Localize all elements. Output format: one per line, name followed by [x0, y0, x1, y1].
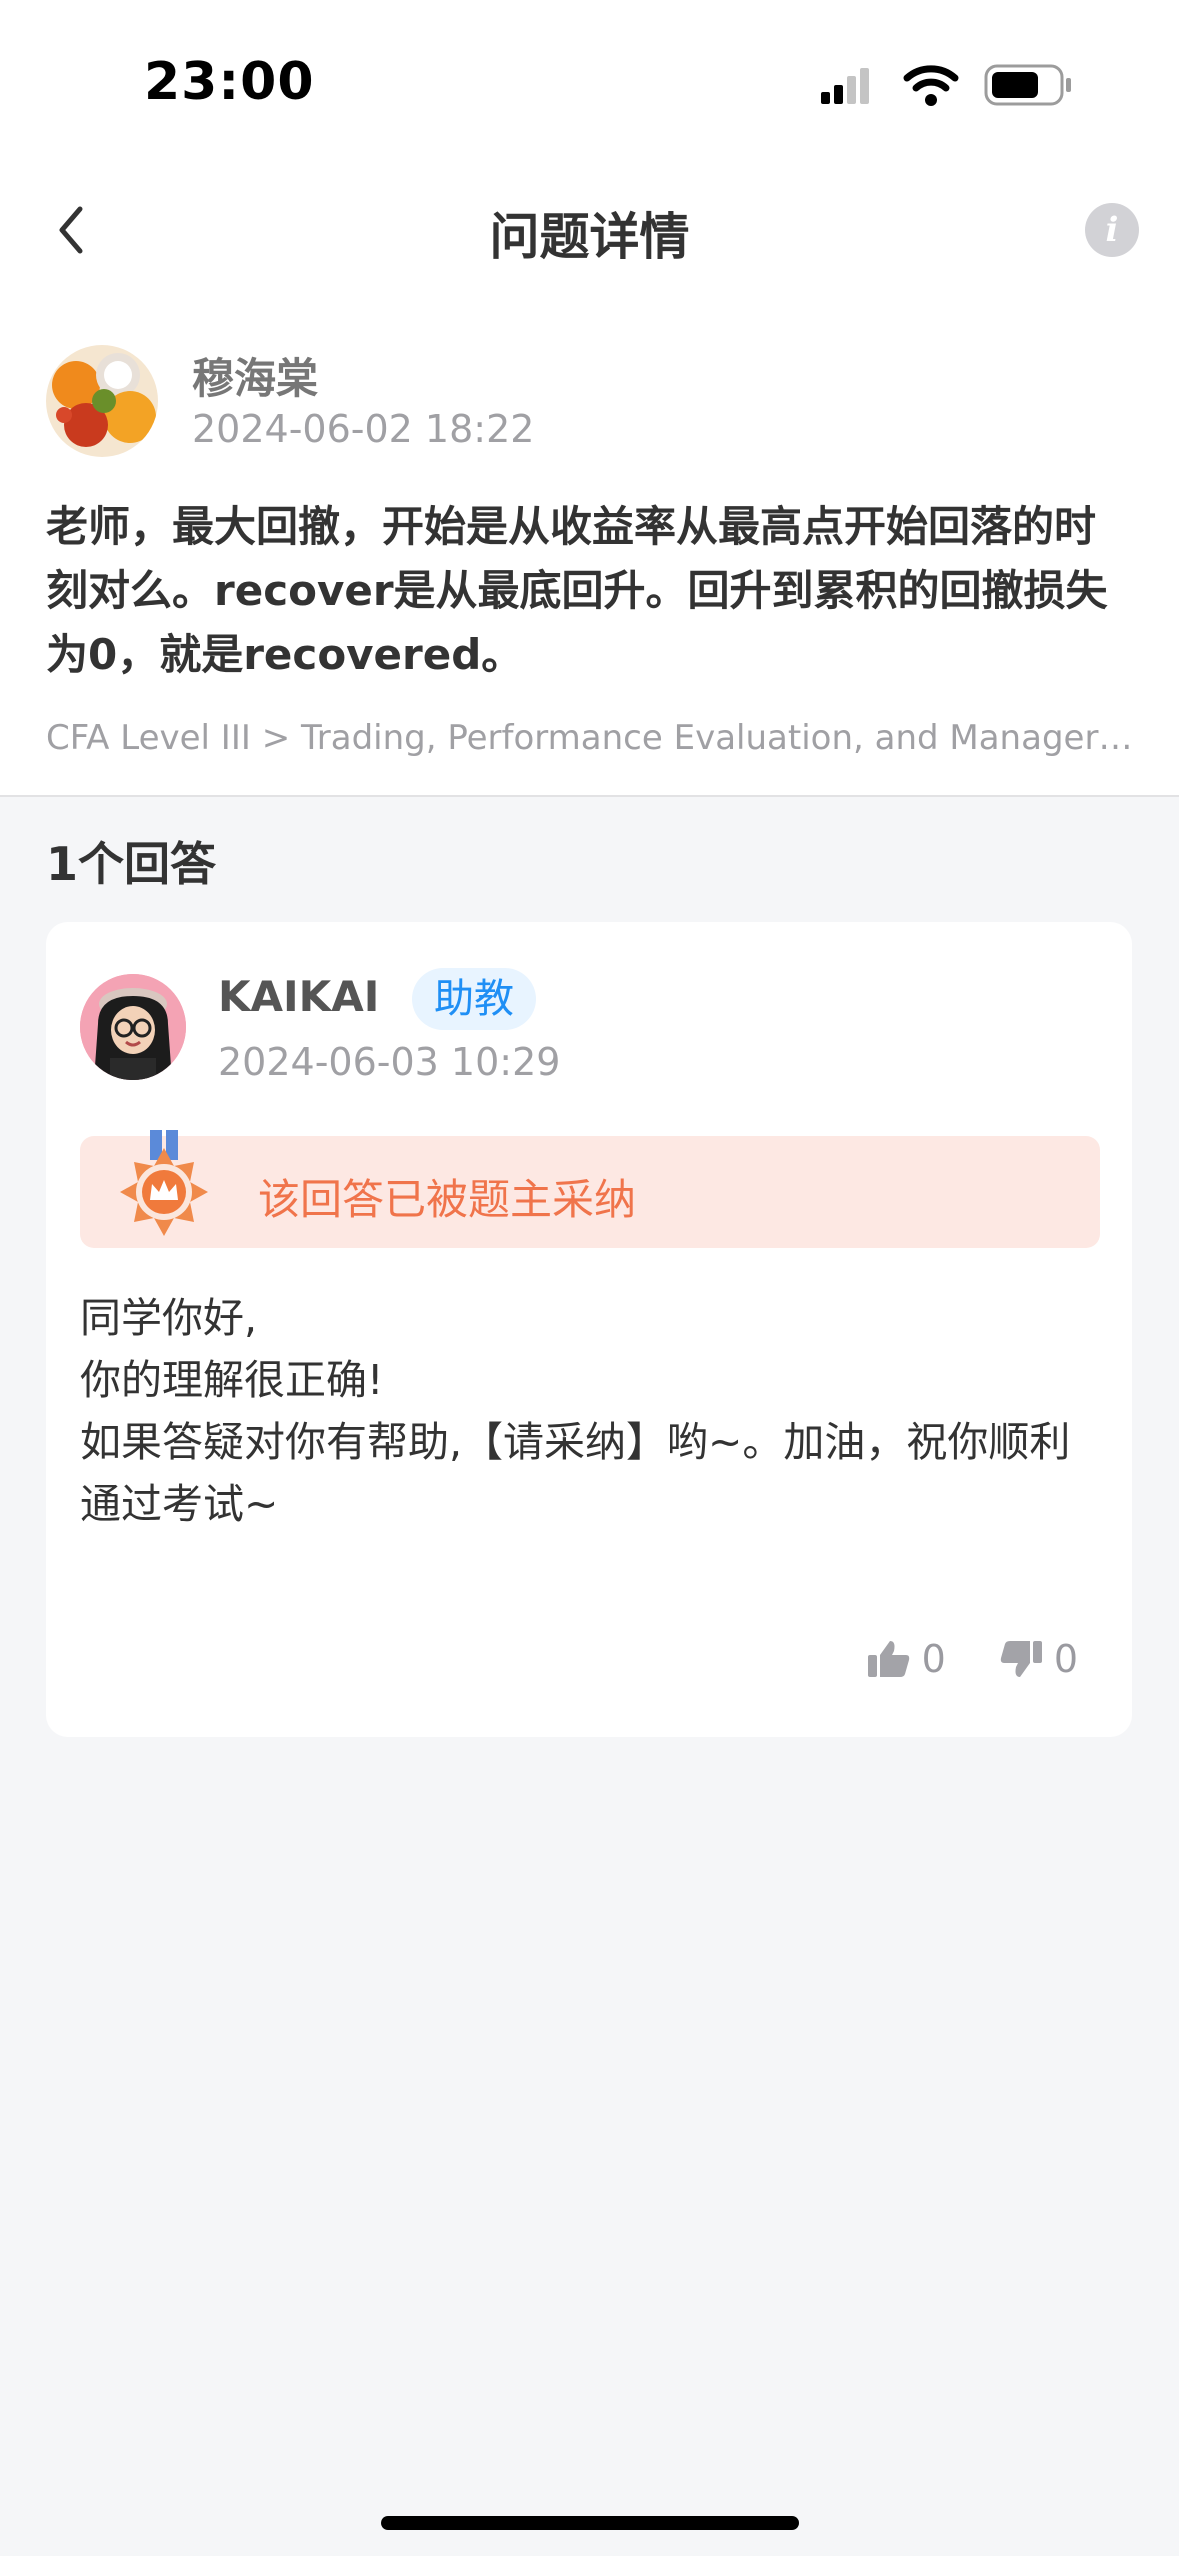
- author-name: 穆海棠: [192, 354, 319, 403]
- status-time: 23:00: [144, 52, 315, 112]
- answer-author: KAIKAI: [218, 972, 380, 1021]
- answer-line: 如果答疑对你有帮助,【请采纳】哟~。加油，祝你顺利通过考试~: [80, 1418, 1071, 1528]
- answer-card: KAIKAI 助教 2024-06-03 10:29 该回答已被题主采纳 同学你…: [46, 922, 1132, 1737]
- info-icon: i: [1105, 210, 1119, 250]
- answers-count: 1个回答: [46, 837, 217, 891]
- fruit-photo-icon: [46, 345, 158, 457]
- breadcrumb[interactable]: CFA Level III > Trading, Performance Eva…: [46, 718, 1136, 758]
- like-count: 0: [921, 1637, 946, 1681]
- thumbs-up-icon: [867, 1641, 909, 1677]
- cellular-signal-icon: [821, 68, 869, 104]
- question-author: 穆海棠 2024-06-02 18:22: [46, 345, 1146, 465]
- question-section: 23:00 问题详情 i 穆海棠 2024-06-02 18:22 老师，最大回…: [0, 0, 1179, 797]
- vote-bar: 0 0: [867, 1634, 1078, 1684]
- home-indicator[interactable]: [381, 2516, 799, 2530]
- avatar[interactable]: [80, 974, 186, 1080]
- like-button[interactable]: 0: [867, 1637, 946, 1681]
- page-title: 问题详情: [489, 208, 690, 266]
- dislike-count: 0: [1053, 1637, 1078, 1681]
- status-icons: [821, 64, 1081, 108]
- answer-line: 你的理解很正确!: [80, 1356, 384, 1404]
- question-text: 老师，最大回撤，开始是从收益率从最高点开始回落的时刻对么。recover是从最底…: [46, 502, 1108, 679]
- avatar[interactable]: [46, 345, 158, 457]
- accepted-banner: 该回答已被题主采纳: [80, 1130, 1100, 1248]
- answer-line: 同学你好,: [80, 1294, 258, 1342]
- wifi-icon: [903, 65, 959, 106]
- cartoon-avatar-icon: [80, 974, 186, 1080]
- accepted-label: 该回答已被题主采纳: [258, 1175, 637, 1224]
- role-badge: 助教: [412, 968, 536, 1030]
- answer-time: 2024-06-03 10:29: [218, 1040, 561, 1084]
- answer-body: 同学你好, 你的理解很正确! 如果答疑对你有帮助,【请采纳】哟~。加油，祝你顺利…: [80, 1287, 1110, 1535]
- dislike-button[interactable]: 0: [1000, 1637, 1078, 1681]
- post-time: 2024-06-02 18:22: [192, 407, 535, 451]
- info-button[interactable]: i: [1085, 203, 1139, 257]
- nav-bar: 问题详情 i: [0, 175, 1179, 285]
- thumbs-down-icon: [1000, 1641, 1042, 1677]
- battery-icon: [984, 64, 1071, 106]
- medal-icon: [108, 1130, 220, 1250]
